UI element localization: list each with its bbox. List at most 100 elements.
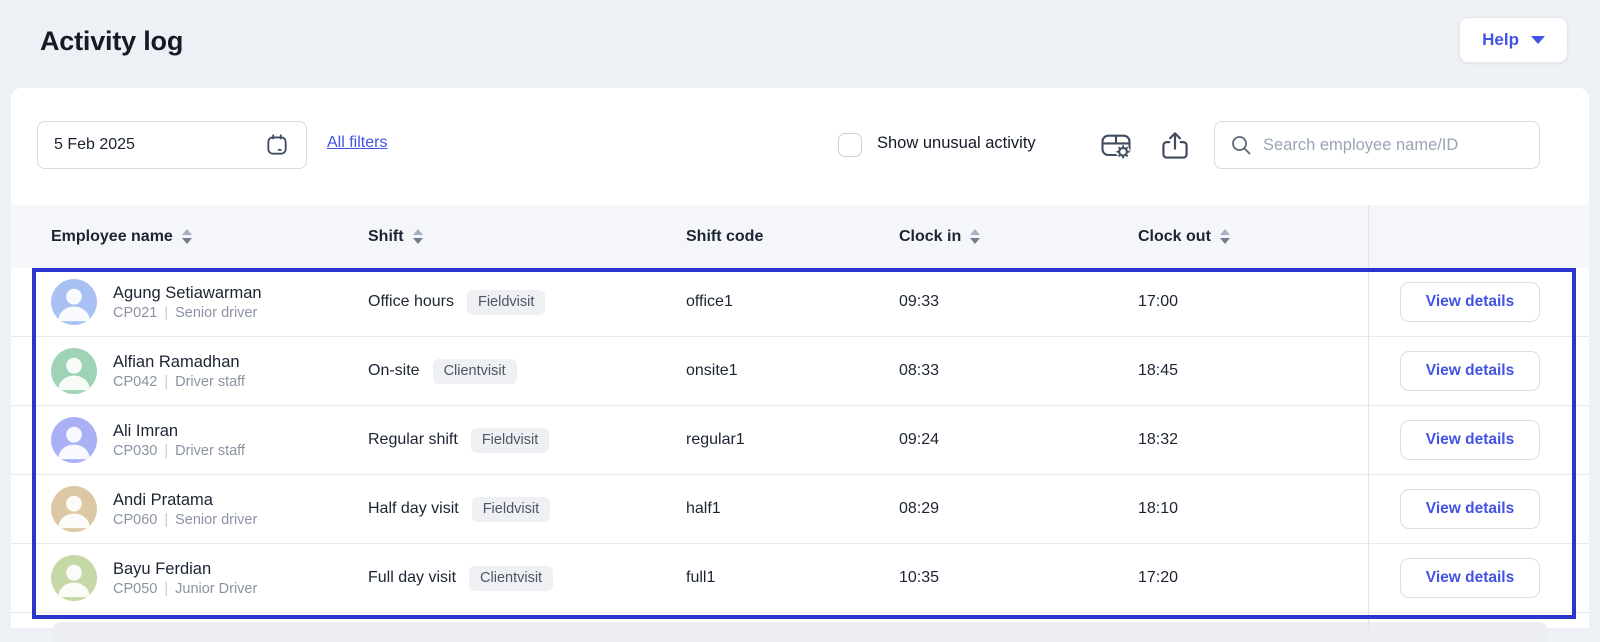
sort-icon[interactable] <box>182 229 192 244</box>
clock-in-value: 08:29 <box>899 500 1138 518</box>
view-details-button[interactable]: View details <box>1400 282 1540 322</box>
separator: | <box>164 581 168 597</box>
table-row: Agung Setiawarman CP021 | Senior driver … <box>11 268 1589 337</box>
content-card: 5 Feb 2025 All filters Show unusual acti… <box>11 88 1589 628</box>
action-cell: View details <box>1368 351 1589 391</box>
employee-name: Andi Pratama <box>113 491 257 510</box>
clock-in-value: 09:24 <box>899 431 1138 449</box>
shift-cell: On-site Clientvisit <box>368 359 686 384</box>
table-row: Bayu Ferdian CP050 | Junior Driver Full … <box>11 544 1589 613</box>
avatar <box>51 555 97 601</box>
view-details-button[interactable]: View details <box>1400 351 1540 391</box>
column-header-clock-out[interactable]: Clock out <box>1138 228 1368 246</box>
table-row: Ali Imran CP030 | Driver staff Regular s… <box>11 406 1589 475</box>
employee-cell: Andi Pratama CP060 | Senior driver <box>51 486 368 532</box>
column-header-clock-in[interactable]: Clock in <box>899 228 1138 246</box>
shift-tag: Fieldvisit <box>471 428 549 453</box>
employee-name: Ali Imran <box>113 422 245 441</box>
clock-in-value: 09:33 <box>899 293 1138 311</box>
shift-name: Regular shift <box>368 431 458 449</box>
shift-name: Full day visit <box>368 569 456 587</box>
column-divider <box>1368 205 1369 628</box>
help-label: Help <box>1482 30 1519 50</box>
shift-tag: Clientvisit <box>433 359 517 384</box>
employee-role: Driver staff <box>175 374 245 390</box>
show-unusual-checkbox[interactable] <box>838 133 862 157</box>
toolbar: 5 Feb 2025 All filters Show unusual acti… <box>11 121 1589 169</box>
shift-tag: Fieldvisit <box>467 290 545 315</box>
column-label: Shift code <box>686 228 763 246</box>
clock-out-value: 17:00 <box>1138 293 1368 311</box>
calendar-icon <box>264 132 290 158</box>
employee-id: CP060 <box>113 512 157 528</box>
employee-cell: Bayu Ferdian CP050 | Junior Driver <box>51 555 368 601</box>
date-picker[interactable]: 5 Feb 2025 <box>37 121 307 169</box>
search-box <box>1214 121 1540 169</box>
action-cell: View details <box>1368 558 1589 598</box>
employee-name: Agung Setiawarman <box>113 284 262 303</box>
table-settings-icon <box>1098 128 1134 164</box>
table-header: Employee name Shift Shift code Clock in … <box>11 205 1589 268</box>
employee-meta: CP060 | Senior driver <box>113 512 257 528</box>
avatar <box>51 279 97 325</box>
shift-cell: Regular shift Fieldvisit <box>368 428 686 453</box>
shift-code: office1 <box>686 293 899 311</box>
table-row: Alfian Ramadhan CP042 | Driver staff On-… <box>11 337 1589 406</box>
column-label: Clock out <box>1138 228 1211 246</box>
sort-icon[interactable] <box>970 229 980 244</box>
employee-meta: CP042 | Driver staff <box>113 374 245 390</box>
clock-out-value: 17:20 <box>1138 569 1368 587</box>
clock-out-value: 18:45 <box>1138 362 1368 380</box>
view-details-button[interactable]: View details <box>1400 558 1540 598</box>
employee-role: Senior driver <box>175 305 257 321</box>
export-share-icon <box>1157 128 1193 164</box>
table-footer-stub <box>53 622 1547 642</box>
clock-in-value: 10:35 <box>899 569 1138 587</box>
column-label: Clock in <box>899 228 961 246</box>
employee-meta: CP021 | Senior driver <box>113 305 262 321</box>
separator: | <box>164 512 168 528</box>
action-cell: View details <box>1368 420 1589 460</box>
column-header-employee-name[interactable]: Employee name <box>51 228 368 246</box>
shift-code: onsite1 <box>686 362 899 380</box>
employee-cell: Ali Imran CP030 | Driver staff <box>51 417 368 463</box>
column-header-shift[interactable]: Shift <box>368 228 686 246</box>
activity-log-page: Activity log Help 5 Feb 2025 All filters <box>0 0 1600 628</box>
employee-id: CP050 <box>113 581 157 597</box>
view-details-button[interactable]: View details <box>1400 420 1540 460</box>
shift-tag: Clientvisit <box>469 566 553 591</box>
sort-icon[interactable] <box>1220 229 1230 244</box>
table-settings-button[interactable] <box>1098 128 1134 164</box>
search-icon <box>1229 133 1253 157</box>
action-cell: View details <box>1368 282 1589 322</box>
employee-role: Driver staff <box>175 443 245 459</box>
clock-in-value: 08:33 <box>899 362 1138 380</box>
search-input[interactable] <box>1263 136 1525 155</box>
employee-name: Bayu Ferdian <box>113 560 257 579</box>
column-label: Shift <box>368 228 404 246</box>
shift-cell: Office hours Fieldvisit <box>368 290 686 315</box>
avatar <box>51 348 97 394</box>
help-button[interactable]: Help <box>1459 17 1568 63</box>
shift-cell: Half day visit Fieldvisit <box>368 497 686 522</box>
employee-cell: Alfian Ramadhan CP042 | Driver staff <box>51 348 368 394</box>
sort-icon[interactable] <box>413 229 423 244</box>
chevron-down-icon <box>1531 36 1545 44</box>
shift-code: regular1 <box>686 431 899 449</box>
page-title: Activity log <box>40 26 183 57</box>
all-filters-link[interactable]: All filters <box>327 134 387 152</box>
shift-name: Half day visit <box>368 500 459 518</box>
shift-code: full1 <box>686 569 899 587</box>
employee-role: Junior Driver <box>175 581 257 597</box>
employee-id: CP021 <box>113 305 157 321</box>
employee-name: Alfian Ramadhan <box>113 353 245 372</box>
view-details-button[interactable]: View details <box>1400 489 1540 529</box>
employee-cell: Agung Setiawarman CP021 | Senior driver <box>51 279 368 325</box>
action-cell: View details <box>1368 489 1589 529</box>
shift-name: Office hours <box>368 293 454 311</box>
separator: | <box>164 374 168 390</box>
show-unusual-label: Show unusual activity <box>877 134 1036 153</box>
employee-id: CP030 <box>113 443 157 459</box>
export-button[interactable] <box>1157 128 1193 164</box>
clock-out-value: 18:32 <box>1138 431 1368 449</box>
